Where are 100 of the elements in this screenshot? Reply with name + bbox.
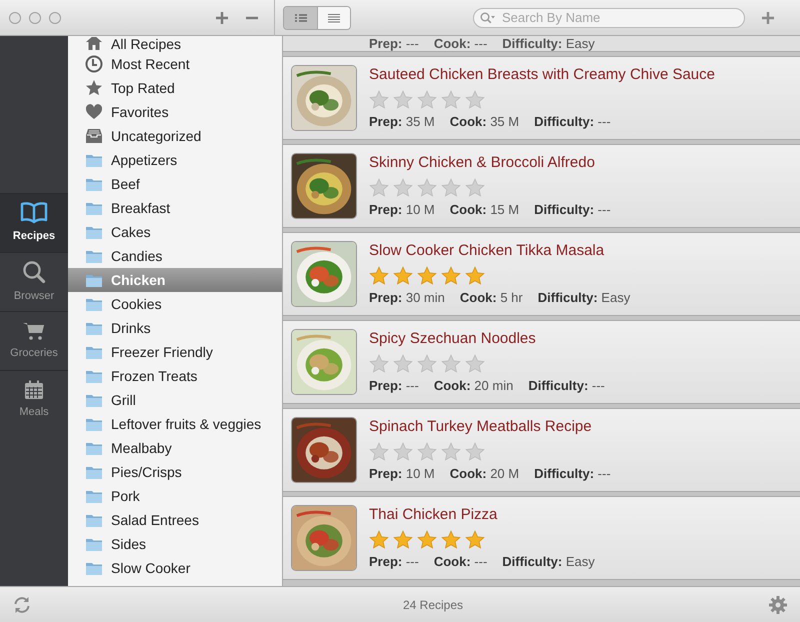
recipe-card[interactable]: Spinach Turkey Meatballs Recipe Prep: 10 M Cook: 20 M Difficulty: --- bbox=[283, 408, 800, 492]
view-mode-button[interactable] bbox=[284, 6, 317, 28]
category-item[interactable]: Salad Entrees bbox=[68, 508, 282, 532]
recipe-title: Spinach Turkey Meatballs Recipe bbox=[369, 417, 593, 437]
category-item[interactable]: Freezer Friendly bbox=[68, 340, 282, 364]
empty-star-icon[interactable] bbox=[417, 178, 437, 196]
recipe-detail: Difficulty: Easy bbox=[502, 553, 595, 572]
recipe-detail: Prep: --- bbox=[369, 36, 419, 51]
heart-icon bbox=[85, 103, 103, 121]
empty-star-icon[interactable] bbox=[465, 354, 485, 372]
recipe-card[interactable]: Thai Chicken Pizza Prep: --- Cook: --- Difficulty: Easy bbox=[283, 496, 800, 580]
clock-icon bbox=[85, 55, 103, 73]
empty-star-icon[interactable] bbox=[441, 354, 461, 372]
recipe-card[interactable]: Slow Cooker Chicken Tikka Masala Prep: 30 min Cook: 5 hr Difficulty: Easy bbox=[283, 232, 800, 316]
star-icon[interactable] bbox=[369, 530, 389, 548]
empty-star-icon[interactable] bbox=[369, 178, 389, 196]
category-item[interactable]: Pork bbox=[68, 484, 282, 508]
recipe-detail: Cook: 5 hr bbox=[460, 289, 523, 308]
category-item[interactable]: Leftover fruits & veggies bbox=[68, 412, 282, 436]
category-item[interactable]: All Recipes bbox=[68, 36, 282, 52]
close-button[interactable] bbox=[9, 12, 21, 24]
recipe-detail: Cook: --- bbox=[434, 36, 488, 51]
recipe-card[interactable]: Skinny Chicken & Broccoli Alfredo Prep: 10 M Cook: 15 M Difficulty: --- bbox=[283, 144, 800, 228]
recipe-detail: Cook: 20 M bbox=[450, 465, 520, 484]
star-icon[interactable] bbox=[393, 266, 413, 284]
category-item[interactable]: Pies/Crisps bbox=[68, 460, 282, 484]
add-recipe-button[interactable] bbox=[760, 10, 776, 26]
empty-star-icon[interactable] bbox=[465, 178, 485, 196]
star-icon[interactable] bbox=[369, 266, 389, 284]
recipe-detail: Cook: 15 M bbox=[450, 201, 520, 220]
recipe-card[interactable]: Sauteed Chicken Breasts with Creamy Chive Sauce Prep: 35 M Cook: 35 M Difficulty: --- bbox=[283, 56, 800, 140]
category-item[interactable]: Sides bbox=[68, 532, 282, 556]
star-icon[interactable] bbox=[417, 266, 437, 284]
recipe-detail: Prep: 10 M bbox=[369, 465, 435, 484]
star-icon[interactable] bbox=[417, 530, 437, 548]
recipe-title: Spicy Szechuan Noodles bbox=[369, 329, 537, 349]
empty-star-icon[interactable] bbox=[393, 178, 413, 196]
category-item[interactable]: Slow Cooker bbox=[68, 556, 282, 580]
empty-star-icon[interactable] bbox=[465, 442, 485, 460]
category-item[interactable]: Breakfast bbox=[68, 196, 282, 220]
recipe-detail: Prep: --- bbox=[369, 553, 419, 572]
empty-star-icon[interactable] bbox=[417, 354, 437, 372]
tray-icon bbox=[85, 127, 103, 145]
search-icon bbox=[22, 260, 46, 284]
empty-star-icon[interactable] bbox=[393, 442, 413, 460]
recipe-card[interactable]: Prep: --- Cook: --- Difficulty: Easy bbox=[283, 36, 800, 52]
star-icon[interactable] bbox=[465, 530, 485, 548]
empty-star-icon[interactable] bbox=[441, 90, 461, 108]
category-item[interactable]: Cakes bbox=[68, 220, 282, 244]
recipe-count: 24 Recipes bbox=[402, 596, 464, 614]
category-item[interactable]: Grill bbox=[68, 388, 282, 412]
sync-icon[interactable] bbox=[12, 594, 32, 614]
category-item[interactable]: Beef bbox=[68, 172, 282, 196]
book-icon bbox=[20, 202, 48, 224]
zoom-button[interactable] bbox=[49, 12, 61, 24]
recipe-title: Thai Chicken Pizza bbox=[369, 505, 498, 525]
empty-star-icon[interactable] bbox=[393, 354, 413, 372]
list-icon bbox=[294, 12, 308, 22]
category-item[interactable]: Most Recent bbox=[68, 52, 282, 76]
minimize-button[interactable] bbox=[29, 12, 41, 24]
recipe-detail: Cook: 35 M bbox=[450, 113, 520, 132]
empty-star-icon[interactable] bbox=[417, 442, 437, 460]
plus-icon bbox=[215, 10, 229, 24]
search-icon bbox=[480, 12, 496, 24]
category-item[interactable]: Frozen Treats bbox=[68, 364, 282, 388]
category-item[interactable]: Top Rated bbox=[68, 76, 282, 100]
recipe-detail: Prep: 10 M bbox=[369, 201, 435, 220]
empty-star-icon[interactable] bbox=[369, 442, 389, 460]
star-icon[interactable] bbox=[441, 266, 461, 284]
category-item[interactable]: Cookies bbox=[68, 292, 282, 316]
category-item[interactable]: Uncategorized bbox=[68, 124, 282, 148]
empty-star-icon[interactable] bbox=[441, 442, 461, 460]
plus-icon bbox=[761, 10, 775, 24]
category-item[interactable]: Appetizers bbox=[68, 148, 282, 172]
category-item[interactable]: Candies bbox=[68, 244, 282, 268]
view-mode-button[interactable] bbox=[317, 6, 350, 28]
star-icon[interactable] bbox=[441, 530, 461, 548]
star-icon[interactable] bbox=[465, 266, 485, 284]
empty-star-icon[interactable] bbox=[417, 90, 437, 108]
recipe-detail: Difficulty: --- bbox=[534, 465, 611, 484]
recipe-card[interactable]: Spicy Szechuan Noodles Prep: --- Cook: 20 min Difficulty: --- bbox=[283, 320, 800, 404]
empty-star-icon[interactable] bbox=[441, 178, 461, 196]
recipe-detail: Difficulty: Easy bbox=[538, 289, 630, 308]
empty-star-icon[interactable] bbox=[369, 90, 389, 108]
empty-star-icon[interactable] bbox=[465, 90, 485, 108]
category-item[interactable]: Favorites bbox=[68, 100, 282, 124]
recipe-detail: Prep: 35 M bbox=[369, 113, 435, 132]
empty-star-icon[interactable] bbox=[369, 354, 389, 372]
recipe-detail: Cook: --- bbox=[434, 553, 488, 572]
recipe-detail: Cook: 20 min bbox=[434, 377, 514, 396]
recipe-detail: Difficulty: --- bbox=[528, 377, 605, 396]
star-icon[interactable] bbox=[393, 530, 413, 548]
home-icon bbox=[85, 36, 103, 52]
settings-icon[interactable] bbox=[768, 594, 788, 614]
category-item[interactable]: Drinks bbox=[68, 316, 282, 340]
category-item[interactable]: Mealbaby bbox=[68, 436, 282, 460]
recipe-title: Slow Cooker Chicken Tikka Masala bbox=[369, 241, 606, 261]
empty-star-icon[interactable] bbox=[393, 90, 413, 108]
search-field[interactable]: Search By Name bbox=[473, 8, 745, 28]
nav-tab[interactable]: Recipes bbox=[0, 193, 68, 252]
